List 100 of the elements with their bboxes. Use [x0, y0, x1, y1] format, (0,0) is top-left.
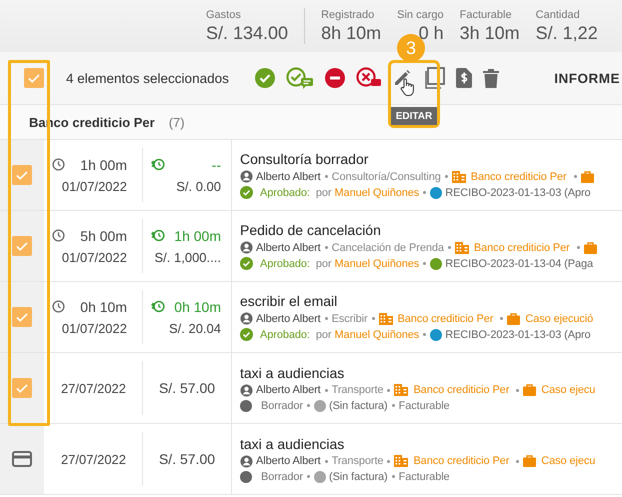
- row-checkbox[interactable]: [12, 165, 32, 185]
- status-label: Borrador: [261, 400, 303, 412]
- entry-title: Consultoría borrador: [240, 151, 370, 167]
- pencil-icon[interactable]: [392, 69, 411, 87]
- date: 27/07/2022: [60, 452, 126, 466]
- stat-label: Sin cargo: [397, 9, 444, 21]
- user-icon: [240, 454, 253, 468]
- row-checkbox[interactable]: [12, 378, 32, 398]
- row-checkbox[interactable]: [12, 236, 32, 256]
- client-link[interactable]: Banco crediticio Per: [413, 384, 510, 396]
- amount: S/. 20.04: [168, 320, 221, 336]
- matter-link[interactable]: Caso ejecu: [541, 455, 596, 467]
- row-checkbox[interactable]: [12, 307, 32, 327]
- duration: 1h 00m: [80, 156, 127, 172]
- entry-title: taxi a audiencias: [240, 436, 346, 452]
- billable-time: 1h 00m: [174, 228, 221, 244]
- category-label: Consultoría/Consulting: [332, 170, 441, 182]
- building-icon: [454, 242, 469, 254]
- check-circle-icon: [240, 257, 253, 270]
- stat-label: Facturable: [460, 9, 513, 21]
- stat-label: Gastos: [206, 9, 242, 21]
- billable-time: --: [212, 156, 221, 172]
- report-button[interactable]: INFORME: [544, 70, 620, 86]
- category-label: Escribir: [332, 312, 368, 324]
- date: 01/07/2022: [62, 178, 127, 194]
- user-icon: [240, 170, 253, 183]
- invoice-label: RECIBO-2023-01-13-04 (Paga: [445, 258, 594, 270]
- approver-link[interactable]: Manuel Quiñones: [334, 328, 420, 340]
- approved-by-label: por: [316, 186, 332, 198]
- category-label: Transporte: [332, 455, 384, 467]
- date: 27/07/2022: [60, 380, 126, 396]
- user-icon: [240, 384, 253, 396]
- client-link[interactable]: Banco crediticio Per: [398, 312, 494, 324]
- status-dot: [240, 470, 252, 482]
- dollar-document-icon[interactable]: [456, 68, 472, 88]
- money-clock-icon: [151, 229, 165, 242]
- tooltip: EDITAR: [391, 107, 437, 125]
- user-name: Alberto Albert: [256, 384, 321, 396]
- stat-value: S/. 1,22: [536, 23, 598, 44]
- briefcase-icon: [580, 170, 594, 182]
- square-icon[interactable]: [424, 67, 445, 89]
- approved-by-label: por: [316, 258, 332, 270]
- entry-title: taxi a audiencias: [240, 364, 346, 380]
- billing-label: Facturable: [398, 470, 450, 482]
- client-link[interactable]: Banco crediticio Per: [470, 170, 567, 182]
- user-name: Alberto Albert: [256, 455, 321, 467]
- amount: S/. 57.00: [158, 451, 216, 467]
- hand-cursor-icon: [400, 78, 414, 96]
- selection-count: 4 elementos seleccionados: [66, 70, 229, 86]
- user-name: Alberto Albert: [256, 170, 321, 182]
- reject-comment-icon[interactable]: [356, 67, 382, 89]
- category-label: Transporte: [332, 384, 384, 396]
- approved-by-label: por: [316, 328, 332, 340]
- date: 01/07/2022: [62, 320, 127, 336]
- clock-icon: [52, 229, 65, 242]
- check-circle-icon: [240, 186, 253, 199]
- date: 01/07/2022: [62, 250, 127, 264]
- briefcase-icon: [584, 242, 597, 254]
- status-label: Aprobado:: [260, 328, 310, 340]
- clock-icon: [52, 300, 65, 313]
- amount: S/. 1,000....: [154, 250, 221, 264]
- building-icon: [378, 312, 393, 324]
- stat-value: 3h 10m: [460, 23, 520, 44]
- client-link[interactable]: Banco crediticio Per: [474, 242, 570, 254]
- matter-link[interactable]: Caso ejecu: [541, 384, 596, 396]
- approver-link[interactable]: Manuel Quiñones: [334, 258, 420, 270]
- user-name: Alberto Albert: [256, 312, 321, 324]
- card-icon: [12, 451, 32, 467]
- money-clock-icon: [151, 158, 165, 171]
- status-label: Aprobado:: [260, 186, 310, 198]
- invoice-label: (Sin factura): [329, 470, 388, 482]
- building-icon: [394, 455, 408, 467]
- briefcase-icon: [507, 312, 520, 324]
- matter-link[interactable]: Caso ejecució: [525, 312, 594, 324]
- approve-comment-icon[interactable]: [286, 67, 314, 89]
- money-clock-icon: [151, 300, 165, 313]
- amount: S/. 57.00: [158, 380, 216, 396]
- billable-time: 0h 10m: [174, 298, 221, 314]
- status-label: Aprobado:: [260, 258, 310, 270]
- building-icon: [394, 384, 408, 396]
- trash-icon[interactable]: [482, 68, 499, 88]
- user-icon: [240, 241, 253, 254]
- briefcase-icon: [523, 455, 536, 467]
- stat-label: Registrado: [321, 9, 376, 21]
- client-link[interactable]: Banco crediticio Per: [413, 455, 510, 467]
- minus-circle-icon[interactable]: [324, 68, 345, 88]
- status-dot: [240, 400, 252, 412]
- billing-label: Facturable: [398, 400, 450, 412]
- group-count: (7): [168, 114, 185, 130]
- approver-link[interactable]: Manuel Quiñones: [334, 186, 420, 198]
- stat-value: S/. 134.00: [206, 23, 288, 44]
- category-label: Cancelación de Prenda: [332, 242, 444, 254]
- stat-value: 8h 10m: [321, 23, 382, 44]
- select-all-checkbox[interactable]: [24, 68, 44, 88]
- invoice-label: (Sin factura): [329, 400, 388, 412]
- approve-icon[interactable]: [254, 68, 275, 88]
- user-name: Alberto Albert: [256, 242, 321, 254]
- duration: 5h 00m: [80, 228, 127, 244]
- user-icon: [240, 312, 253, 325]
- duration: 0h 10m: [80, 298, 127, 314]
